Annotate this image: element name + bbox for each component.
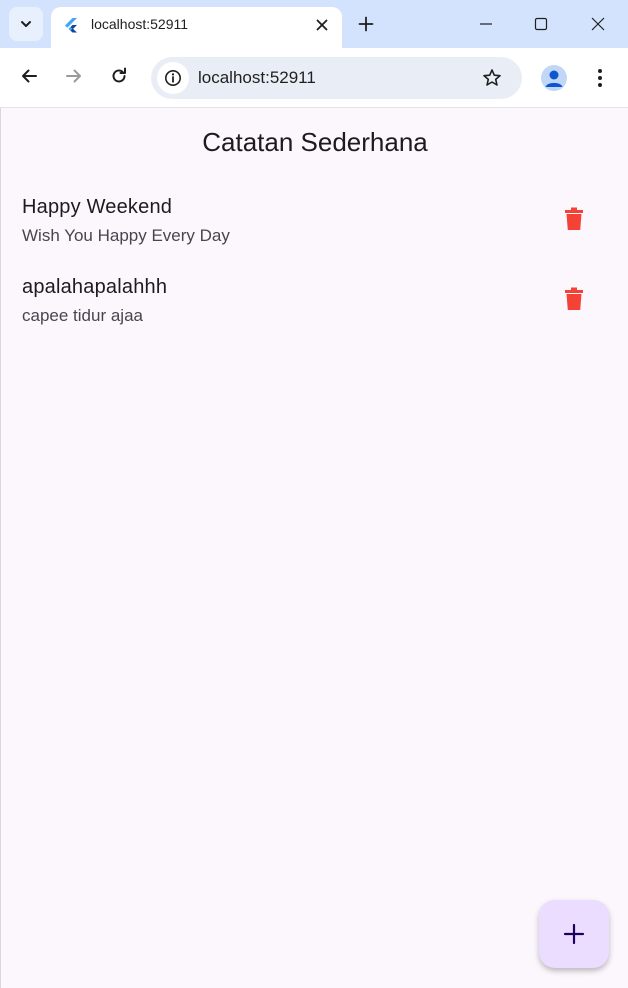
back-button[interactable] (17, 64, 41, 88)
close-window-button[interactable] (586, 12, 610, 36)
maximize-icon (534, 17, 548, 31)
forward-button[interactable] (62, 64, 86, 88)
close-icon (316, 19, 328, 31)
more-vert-icon (598, 69, 602, 87)
tab-search-button[interactable] (9, 7, 43, 41)
site-info-button[interactable] (157, 62, 189, 94)
delete-note-button[interactable] (558, 204, 590, 234)
browser-menu-button[interactable] (589, 65, 611, 91)
tab-strip: localhost:52911 (0, 0, 628, 48)
new-tab-button[interactable] (355, 13, 377, 35)
note-item[interactable]: Happy Weekend Wish You Happy Every Day (1, 196, 628, 276)
browser-toolbar: localhost:52911 (0, 48, 628, 108)
arrow-right-icon (66, 69, 81, 83)
delete-note-button[interactable] (558, 284, 590, 314)
minimize-icon (480, 23, 492, 25)
address-bar[interactable]: localhost:52911 (151, 57, 522, 99)
note-item[interactable]: apalahapalahhh capee tidur ajaa (1, 276, 628, 356)
tab-close-button[interactable] (313, 16, 331, 34)
note-title: Happy Weekend (22, 196, 173, 218)
browser-tab[interactable]: localhost:52911 (51, 7, 342, 48)
maximize-button[interactable] (529, 12, 553, 36)
plus-icon (563, 923, 585, 945)
close-icon (591, 17, 605, 31)
flutter-icon (65, 18, 77, 33)
plus-icon (358, 16, 374, 32)
app-page: Catatan Sederhana Happy Weekend Wish You… (0, 108, 628, 988)
note-title: apalahapalahhh (22, 276, 168, 298)
bookmark-button[interactable] (481, 67, 503, 89)
chevron-down-icon (21, 21, 31, 27)
tab-title: localhost:52911 (91, 16, 189, 32)
trash-icon (565, 207, 583, 230)
note-content: Wish You Happy Every Day (22, 226, 230, 245)
info-icon (165, 70, 181, 86)
star-icon (483, 69, 501, 86)
app-bar-title: Catatan Sederhana (202, 127, 428, 157)
reload-button[interactable] (107, 64, 131, 88)
minimize-button[interactable] (474, 12, 498, 36)
add-note-button[interactable] (539, 900, 609, 968)
url-text: localhost:52911 (198, 68, 316, 87)
trash-icon (565, 287, 583, 310)
reload-icon (112, 67, 126, 83)
avatar-icon (545, 70, 563, 87)
profile-button[interactable] (541, 65, 567, 91)
browser-window: localhost:52911 localhost:52911 Catatan … (0, 0, 628, 988)
note-content: capee tidur ajaa (22, 306, 143, 325)
arrow-left-icon (22, 69, 37, 83)
